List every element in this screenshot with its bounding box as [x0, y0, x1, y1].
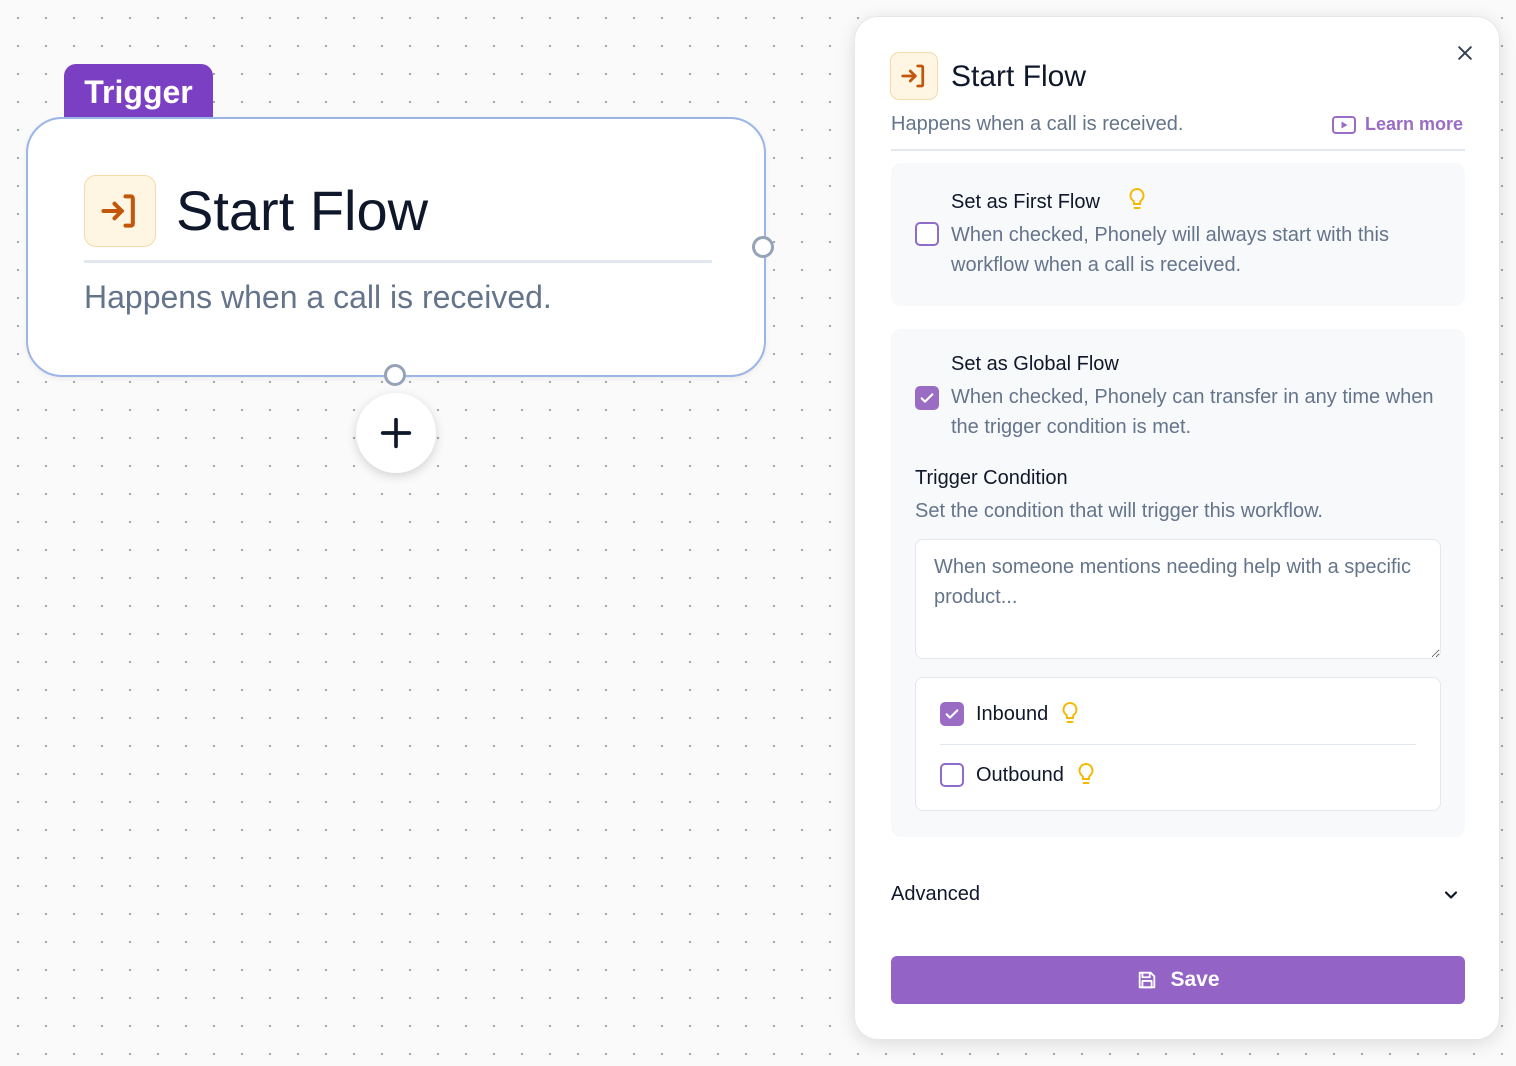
panel-title: Start Flow [951, 60, 1087, 93]
trigger-condition-label: Trigger Condition [915, 467, 1068, 489]
start-flow-node[interactable]: Start Flow Happens when a call is receiv… [26, 117, 766, 377]
lightbulb-icon [1078, 762, 1094, 784]
panel-divider [891, 149, 1465, 151]
outbound-label: Outbound [976, 763, 1064, 786]
outbound-checkbox[interactable] [940, 763, 964, 787]
inbound-checkbox[interactable] [940, 702, 964, 726]
plus-icon [380, 417, 412, 449]
first-flow-description: When checked, Phonely will always start … [951, 224, 1389, 276]
save-icon [1139, 971, 1156, 989]
global-flow-label: Set as Global Flow [951, 353, 1119, 375]
add-node-button[interactable] [356, 393, 436, 473]
trigger-tag-label: Trigger [84, 74, 193, 110]
check-icon [945, 709, 959, 719]
first-flow-section: Set as First Flow When checked, Phonely … [891, 163, 1465, 306]
close-icon [1458, 46, 1472, 60]
first-flow-checkbox[interactable] [915, 222, 939, 246]
node-title: Start Flow [176, 179, 429, 242]
enter-icon [84, 175, 156, 247]
lightbulb-icon [1129, 187, 1145, 209]
call-direction-box: Inbound Outbound [915, 677, 1441, 811]
inbound-option[interactable]: Inbound [940, 701, 1080, 727]
node-handle-bottom[interactable] [384, 364, 406, 386]
panel-subtitle: Happens when a call is received. [891, 113, 1184, 135]
node-divider [84, 260, 712, 263]
advanced-label: Advanced [891, 883, 980, 905]
global-flow-checkbox[interactable] [915, 386, 939, 410]
lightbulb-icon [1062, 701, 1078, 723]
trigger-condition-input[interactable] [915, 539, 1441, 659]
enter-icon [890, 52, 938, 100]
direction-divider [940, 744, 1416, 745]
global-flow-section: Set as Global Flow When checked, Phonely… [891, 329, 1465, 837]
global-flow-description: When checked, Phonely can transfer in an… [951, 386, 1434, 438]
outbound-option[interactable]: Outbound [940, 762, 1096, 788]
first-flow-label: Set as First Flow [951, 191, 1100, 213]
node-settings-panel: Start Flow Happens when a call is receiv… [854, 16, 1500, 1040]
trigger-tag: Trigger [64, 64, 213, 120]
node-handle-right[interactable] [752, 236, 774, 258]
learn-more-link[interactable]: Learn more [1331, 114, 1463, 135]
node-description: Happens when a call is received. [84, 279, 552, 315]
inbound-label: Inbound [976, 702, 1049, 725]
close-button[interactable] [1453, 41, 1477, 65]
trigger-condition-description: Set the condition that will trigger this… [915, 500, 1323, 522]
video-icon [1331, 115, 1356, 134]
chevron-down-icon [1444, 891, 1458, 899]
check-icon [920, 393, 934, 403]
learn-more-label: Learn more [1364, 114, 1463, 134]
advanced-toggle[interactable]: Advanced [891, 879, 1465, 913]
save-label: Save [1170, 968, 1220, 991]
save-button[interactable]: Save [891, 956, 1465, 1004]
